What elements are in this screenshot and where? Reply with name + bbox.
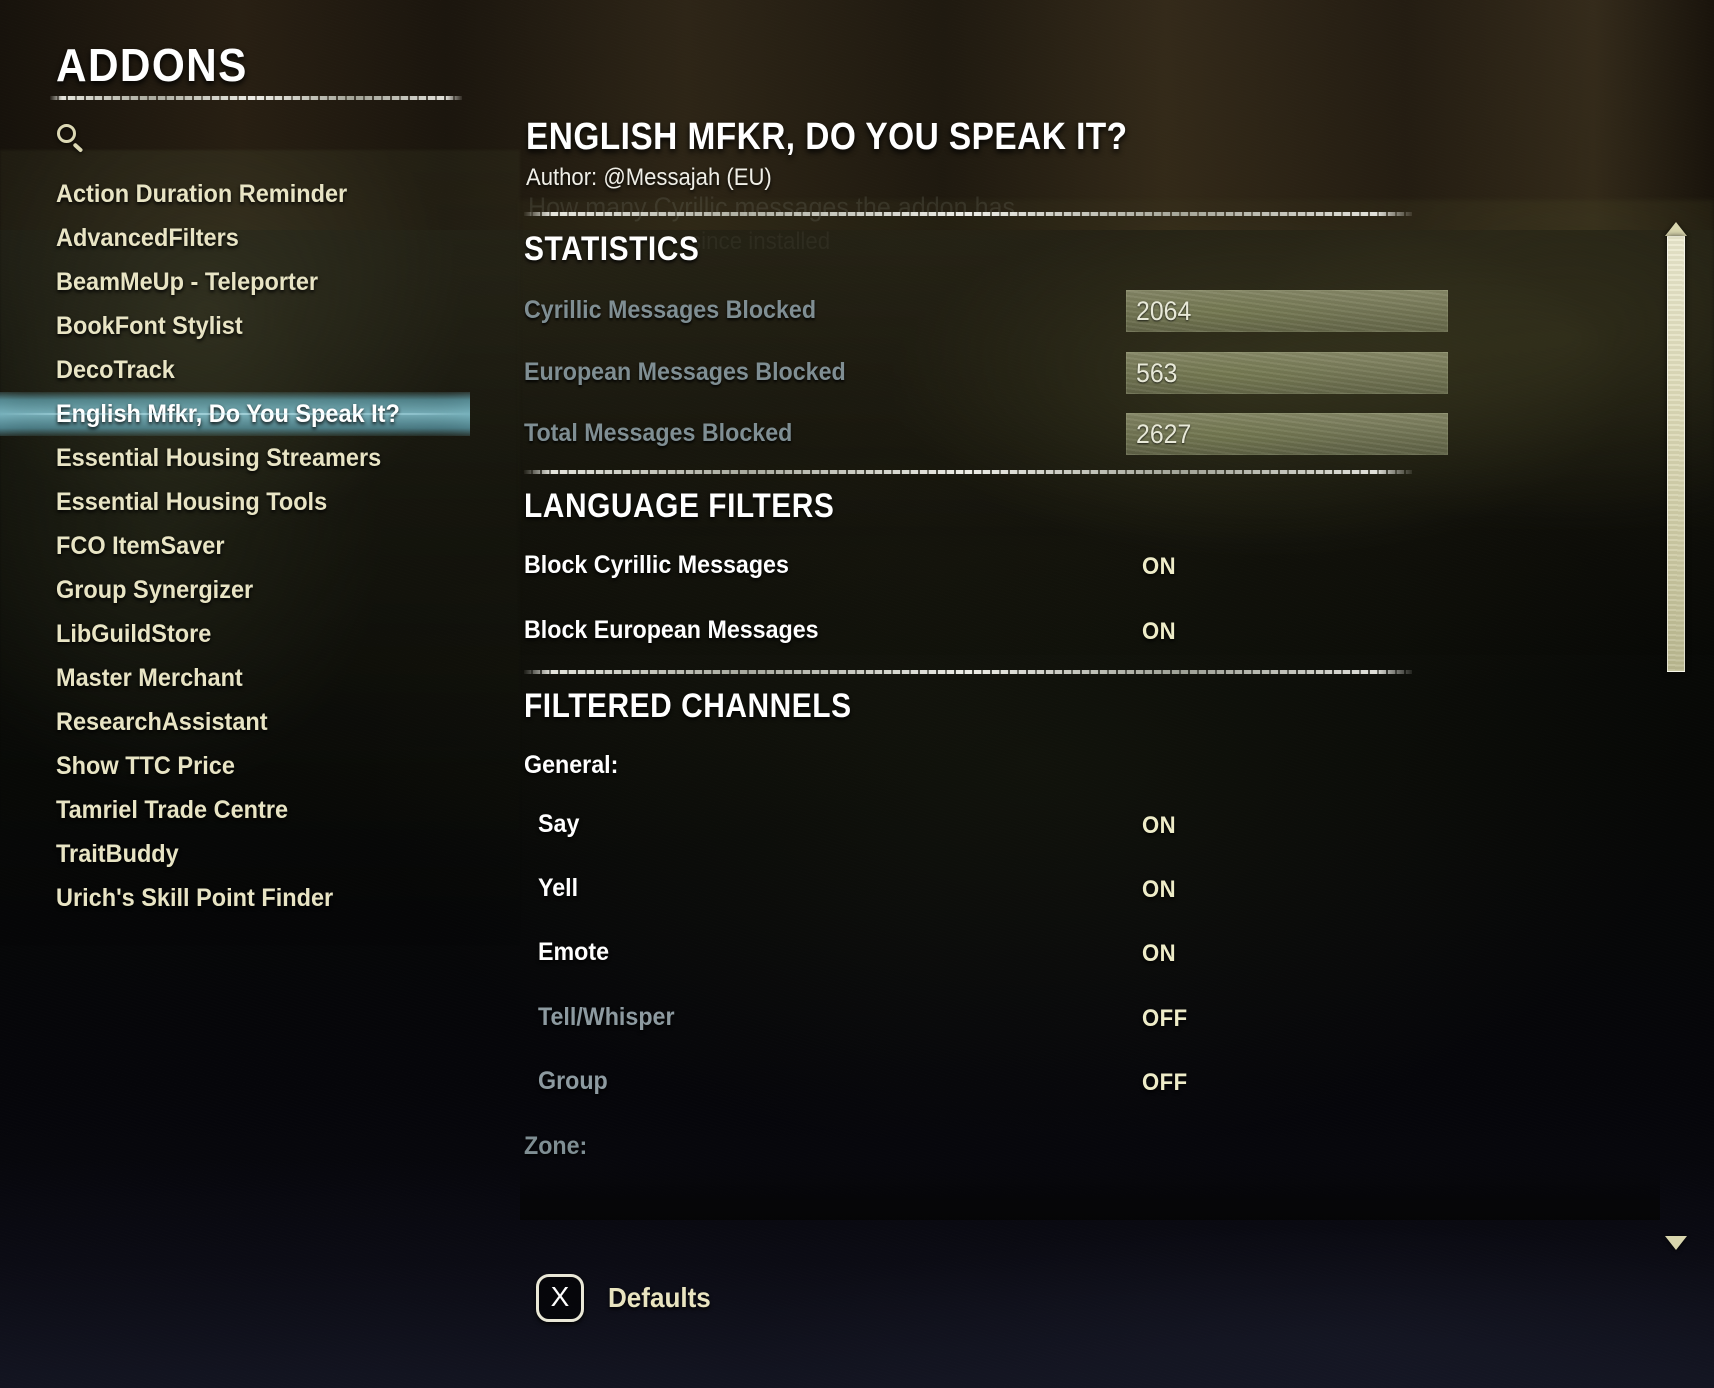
keybind-x-icon[interactable]: X xyxy=(536,1274,584,1322)
addon-title-container: ENGLISH MFKR, DO YOU SPEAK IT? xyxy=(526,116,1210,159)
sidebar-item[interactable]: Essential Housing Streamers xyxy=(0,436,470,480)
addon-title: ENGLISH MFKR, DO YOU SPEAK IT? xyxy=(526,116,1128,158)
sidebar-item[interactable]: AdvancedFilters xyxy=(0,216,470,260)
chevron-down-icon[interactable] xyxy=(1665,1236,1687,1250)
toggle-row-say[interactable]: Say ON xyxy=(524,810,1448,850)
toggle-label: Say xyxy=(538,810,580,838)
toggle-row-tell-whisper[interactable]: Tell/Whisper OFF xyxy=(524,1003,1448,1043)
toggle-value[interactable]: ON xyxy=(1142,940,1176,968)
toggle-row-block-cyrillic[interactable]: Block Cyrillic Messages ON xyxy=(524,551,1448,591)
stat-value: 563 xyxy=(1136,358,1178,388)
channel-group-header-zone: Zone: xyxy=(524,1132,588,1160)
toggle-row-group[interactable]: Group OFF xyxy=(524,1067,1448,1107)
toggle-value[interactable]: ON xyxy=(1142,618,1176,646)
toggle-row-emote[interactable]: Emote ON xyxy=(524,938,1448,978)
sidebar-item-label: Show TTC Price xyxy=(56,751,235,780)
sidebar-item-label: AdvancedFilters xyxy=(56,223,239,252)
toggle-label: Block European Messages xyxy=(524,616,819,644)
stat-row[interactable]: Cyrillic Messages Blocked 2064 xyxy=(524,290,1448,338)
toggle-value[interactable]: OFF xyxy=(1142,1005,1188,1033)
scrollbar-thumb[interactable] xyxy=(1667,236,1685,672)
channel-group-header-general: General: xyxy=(524,751,619,779)
sidebar-item[interactable]: ResearchAssistant xyxy=(0,700,470,744)
filtered-channels-divider xyxy=(524,670,1412,674)
sidebar-item[interactable]: Group Synergizer xyxy=(0,568,470,612)
sidebar-item[interactable]: Tamriel Trade Centre xyxy=(0,788,470,832)
toggle-label: Tell/Whisper xyxy=(538,1003,675,1031)
stat-value: 2064 xyxy=(1136,296,1192,326)
sidebar-item[interactable]: Action Duration Reminder xyxy=(0,172,470,216)
sidebar-item[interactable]: Essential Housing Tools xyxy=(0,480,470,524)
title-divider xyxy=(50,96,462,100)
sidebar-item-label: BookFont Stylist xyxy=(56,311,243,340)
sidebar-item[interactable]: TraitBuddy xyxy=(0,832,470,876)
stat-label: European Messages Blocked xyxy=(524,358,846,386)
toggle-label: Block Cyrillic Messages xyxy=(524,551,789,579)
sidebar-item[interactable]: BookFont Stylist xyxy=(0,304,470,348)
statistics-divider xyxy=(524,212,1412,216)
stat-label: Cyrillic Messages Blocked xyxy=(524,296,817,324)
stat-row[interactable]: European Messages Blocked 563 xyxy=(524,352,1448,400)
toggle-label: Yell xyxy=(538,874,579,902)
stat-label: Total Messages Blocked xyxy=(524,419,793,447)
sidebar-item-label: DecoTrack xyxy=(56,355,175,384)
toggle-row-yell[interactable]: Yell ON xyxy=(524,874,1448,914)
sidebar-item-label: Master Merchant xyxy=(56,663,243,692)
addon-list[interactable]: Action Duration Reminder AdvancedFilters B… xyxy=(0,172,470,920)
stat-row[interactable]: Total Messages Blocked 2627 xyxy=(524,413,1448,461)
sidebar-item[interactable]: DecoTrack xyxy=(0,348,470,392)
sidebar-item-label: Tamriel Trade Centre xyxy=(56,795,289,824)
sidebar-item-label: English Mfkr, Do You Speak It? xyxy=(56,399,400,428)
sidebar-item-label: Essential Housing Tools xyxy=(56,487,328,516)
sidebar-item-label: TraitBuddy xyxy=(56,839,179,868)
defaults-label: Defaults xyxy=(608,1282,711,1313)
background-foreground xyxy=(0,1158,1714,1388)
toggle-value[interactable]: ON xyxy=(1142,812,1176,840)
toggle-label: Emote xyxy=(538,938,610,966)
language-filters-heading: LANGUAGE FILTERS xyxy=(524,487,835,525)
search-icon xyxy=(56,123,86,153)
toggle-value[interactable]: ON xyxy=(1142,876,1176,904)
toggle-value[interactable]: OFF xyxy=(1142,1069,1188,1097)
sidebar-item-label: ResearchAssistant xyxy=(56,707,268,736)
defaults-button[interactable]: X Defaults xyxy=(536,1274,718,1322)
sidebar-item-label: Action Duration Reminder xyxy=(56,179,348,208)
sidebar-item[interactable]: LibGuildStore xyxy=(0,612,470,656)
addon-author: Author: @Messajah (EU) xyxy=(526,164,772,191)
stat-field[interactable]: 2064 xyxy=(1126,290,1448,332)
filtered-channels-heading: FILTERED CHANNELS xyxy=(524,687,852,725)
sidebar-item[interactable]: Urich's Skill Point Finder xyxy=(0,876,470,920)
sidebar-item[interactable]: Master Merchant xyxy=(0,656,470,700)
language-filters-divider xyxy=(524,470,1412,474)
sidebar-item[interactable]: BeamMeUp - Teleporter xyxy=(0,260,470,304)
toggle-label: Group xyxy=(538,1067,608,1095)
sidebar-item-label: Essential Housing Streamers xyxy=(56,443,382,472)
sidebar-item-label: FCO ItemSaver xyxy=(56,531,225,560)
sidebar-item-label: BeamMeUp - Teleporter xyxy=(56,267,319,296)
keybind-label: X xyxy=(550,1281,570,1312)
stat-value: 2627 xyxy=(1136,419,1192,449)
sidebar-item-label: Group Synergizer xyxy=(56,575,254,604)
stat-field[interactable]: 2627 xyxy=(1126,413,1448,455)
page-title: ADDONS xyxy=(56,39,248,91)
search-input[interactable] xyxy=(56,118,456,158)
sidebar-item[interactable]: English Mfkr, Do You Speak It? xyxy=(0,392,470,436)
statistics-heading: STATISTICS xyxy=(524,230,700,268)
sidebar-item-label: LibGuildStore xyxy=(56,619,212,648)
sidebar-item-label: Urich's Skill Point Finder xyxy=(56,883,334,912)
toggle-row-block-european[interactable]: Block European Messages ON xyxy=(524,616,1448,656)
toggle-value[interactable]: ON xyxy=(1142,553,1176,581)
sidebar-item[interactable]: FCO ItemSaver xyxy=(0,524,470,568)
sidebar-item[interactable]: Show TTC Price xyxy=(0,744,470,788)
stat-field[interactable]: 563 xyxy=(1126,352,1448,394)
